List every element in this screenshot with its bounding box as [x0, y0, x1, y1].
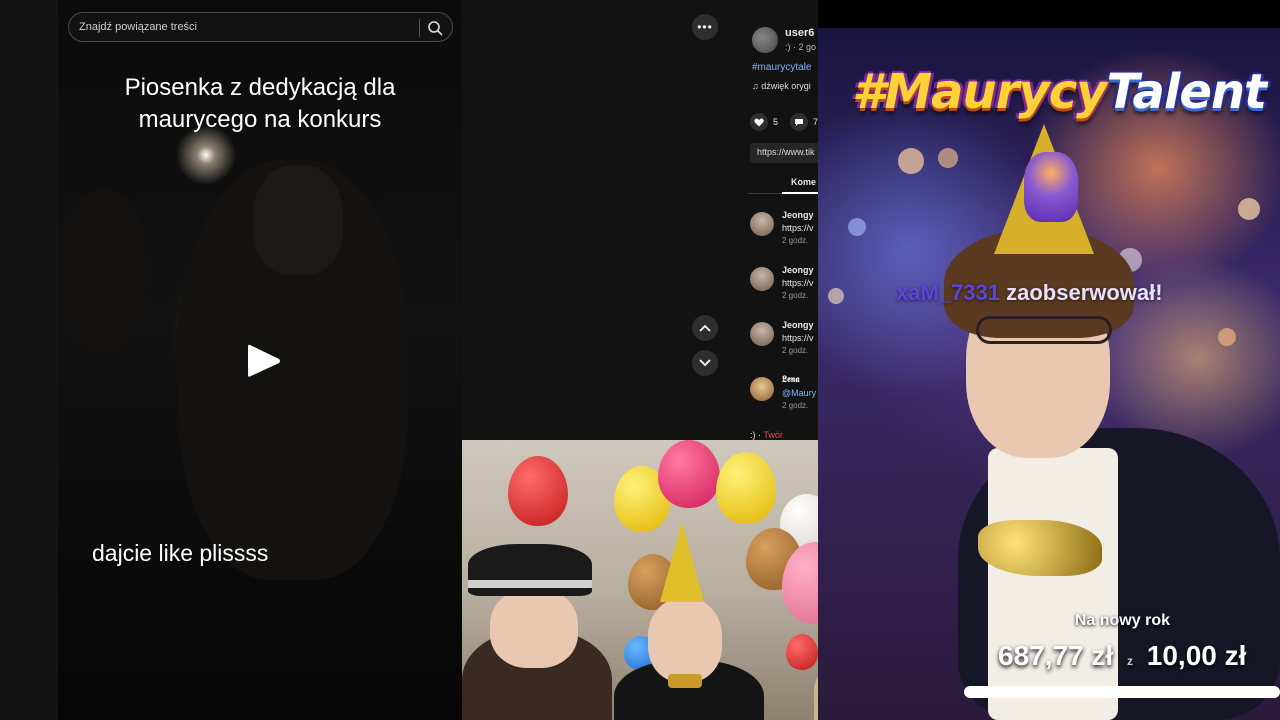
- commenter-name[interactable]: Jeongy: [782, 210, 814, 220]
- commenter-avatar[interactable]: [750, 212, 774, 236]
- comment-time: 2 godz.: [782, 291, 809, 300]
- screen: Znajdź powiązane treści Piosenka z dedyk…: [0, 0, 1280, 720]
- streamer-shirt: [988, 448, 1118, 720]
- search-placeholder: Znajdź powiązane treści: [79, 21, 198, 33]
- commenter-avatar[interactable]: [750, 377, 774, 401]
- astronaut-sticker: [1024, 152, 1078, 222]
- next-video-button[interactable]: [692, 350, 718, 376]
- comment-text[interactable]: https://v: [782, 333, 814, 343]
- comment-text[interactable]: https://v: [782, 278, 814, 288]
- chevron-up-icon: [699, 324, 711, 332]
- more-options-button[interactable]: •••: [692, 14, 718, 40]
- video-info-panel: user6 :) · 2 go #maurycytale ♫ dźwięk or…: [742, 0, 818, 440]
- sequin-bow-tie: [978, 520, 1102, 576]
- comment-item: 𝕷𝖊𝖓𝖆 @Maury 2 godz.: [750, 375, 818, 425]
- sound-link[interactable]: ♫ dźwięk orygi: [752, 81, 811, 91]
- commenter-avatar[interactable]: [750, 322, 774, 346]
- left-gutter: [0, 0, 58, 720]
- top-strip: [818, 0, 1280, 28]
- search-icon[interactable]: [426, 19, 444, 37]
- balloon-red: [508, 456, 568, 526]
- follow-action-text: zaobserwował!: [1006, 280, 1163, 305]
- like-button[interactable]: 5: [750, 113, 778, 131]
- donation-goal-amounts: 687,77 zł z 10,00 zł: [998, 640, 1246, 672]
- bokeh-light: [1218, 328, 1236, 346]
- reply-prefix: :) ·: [750, 430, 761, 440]
- bokeh-light: [848, 218, 866, 236]
- author-avatar[interactable]: [752, 27, 778, 53]
- stream-overlay: #MaurycyTalent xaM_7331 zaobserwował! Na…: [818, 28, 1280, 720]
- bokeh-light: [938, 148, 958, 168]
- commenter-name[interactable]: 𝕷𝖊𝖓𝖆: [782, 375, 800, 385]
- heart-icon: [750, 113, 768, 131]
- author-username[interactable]: user6: [785, 27, 814, 39]
- balloon-yellow: [716, 452, 776, 524]
- bokeh-light: [828, 288, 844, 304]
- reply-row: :) · Twór: [750, 430, 783, 440]
- post-time: :) · 2 go: [785, 42, 817, 52]
- fedora-hat-band: [468, 580, 592, 588]
- tab-comments[interactable]: Kome: [791, 177, 816, 187]
- goal-current: 687,77 zł: [998, 640, 1114, 671]
- donation-progress-fill: [964, 686, 1280, 698]
- tab-active-indicator: [782, 192, 818, 194]
- streamer-glasses: [976, 316, 1112, 344]
- maurycytalent-title-logo: #MaurycyTalent: [852, 64, 1267, 120]
- bokeh-light: [898, 148, 924, 174]
- video-caption-bottom: dajcie like plissss: [92, 540, 269, 566]
- bokeh-light: [1238, 198, 1260, 220]
- follower-name: xaM_7331: [896, 280, 1000, 305]
- title-part-2: Talent: [1106, 64, 1267, 120]
- silhouette-left: [58, 190, 148, 350]
- goal-separator: z: [1126, 654, 1133, 668]
- commenter-name[interactable]: Jeongy: [782, 320, 814, 330]
- commenter-avatar[interactable]: [750, 267, 774, 291]
- bow-tie: [668, 674, 702, 688]
- comment-time: 2 godz.: [782, 346, 809, 355]
- fedora-hat: [468, 544, 592, 596]
- comment-time: 2 godz.: [782, 236, 809, 245]
- donation-goal-label: Na nowy rok: [1074, 612, 1170, 629]
- face-middle: [648, 598, 722, 682]
- comment-time: 2 godz.: [782, 401, 809, 410]
- video-caption-top: Piosenka z dedykacją dla maurycego na ko…: [124, 74, 396, 133]
- search-input[interactable]: Znajdź powiązane treści: [68, 12, 453, 42]
- hashtag-link[interactable]: #maurycytale: [752, 62, 811, 73]
- follow-alert: xaM_7331 zaobserwował!: [896, 280, 1163, 306]
- face-left: [490, 588, 578, 668]
- party-hat: [660, 522, 704, 602]
- comment-item: Jeongy https://v 2 godz.: [750, 210, 818, 260]
- search-divider: [419, 19, 420, 37]
- balloon-pink: [658, 440, 720, 508]
- play-icon[interactable]: [246, 342, 282, 380]
- previous-video-button[interactable]: [692, 315, 718, 341]
- comment-item: Jeongy https://v 2 godz.: [750, 320, 818, 370]
- comment-mention[interactable]: @Maury: [782, 388, 816, 398]
- silhouette-head: [253, 165, 343, 275]
- commenter-name[interactable]: Jeongy: [782, 265, 814, 275]
- title-part-1: #Maurycy: [852, 64, 1107, 120]
- chevron-down-icon: [699, 359, 711, 367]
- creator-badge: Twór: [763, 430, 783, 440]
- goal-target: 10,00 zł: [1146, 640, 1247, 671]
- balloon-red: [786, 634, 818, 670]
- comment-text[interactable]: https://v: [782, 223, 814, 233]
- comment-item: Jeongy https://v 2 godz.: [750, 265, 818, 315]
- music-note-icon: ♫: [752, 81, 762, 91]
- donation-progress-bar: [964, 686, 1280, 698]
- like-count: 5: [773, 117, 779, 127]
- comment-icon[interactable]: [790, 113, 808, 131]
- sound-label: dźwięk orygi: [761, 81, 811, 91]
- video-url-field[interactable]: https://www.tik: [750, 143, 818, 163]
